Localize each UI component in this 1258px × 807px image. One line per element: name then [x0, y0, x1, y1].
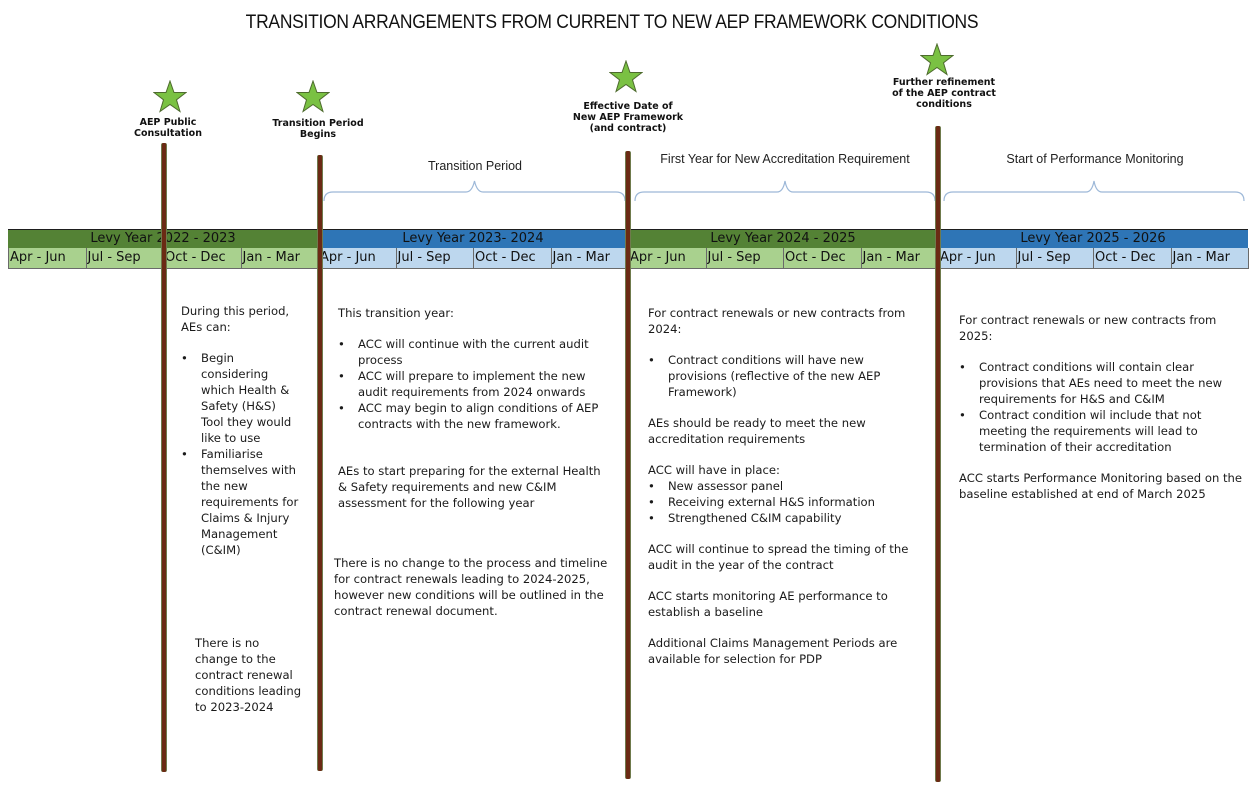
col2-note: There is no change to the process and ti… — [334, 556, 608, 618]
column-2025-2026: For contract renewals or new contracts f… — [959, 312, 1249, 502]
milestone-pole — [317, 155, 323, 771]
quarter-cell: Oct - Dec — [1093, 248, 1171, 268]
col2-bullet: ACC will continue with the current audit… — [338, 336, 613, 368]
quarter-cell: Jan - Mar — [860, 248, 938, 268]
milestone-label: Effective Date of New AEP Framework (and… — [572, 101, 684, 134]
col4-para: ACC starts Performance Monitoring based … — [959, 471, 1243, 501]
period-label: Transition Period — [427, 159, 523, 173]
period-label: Start of Performance Monitoring — [1006, 152, 1184, 166]
col1-bullets: Begin considering which Health & Safety … — [181, 350, 301, 558]
star-icon — [920, 43, 954, 77]
milestone-label: AEP Public Consultation — [134, 117, 202, 139]
period-brace — [634, 180, 936, 202]
col3-bullets2: New assessor panel Receiving external H&… — [648, 478, 923, 526]
quarter-cell: Oct - Dec — [163, 248, 241, 268]
period-brace — [323, 180, 626, 202]
levy-year-2025: Levy Year 2025 - 2026 — [938, 230, 1248, 248]
col3-bullet: Strengthened C&IM capability — [648, 510, 923, 526]
col3-para: ACC starts monitoring AE performance to … — [648, 589, 888, 619]
col2-bullets: ACC will continue with the current audit… — [338, 336, 613, 432]
col3-bullet: Receiving external H&S information — [648, 494, 923, 510]
col2-intro: This transition year: — [338, 306, 454, 320]
col2-bullet: ACC may begin to align conditions of AEP… — [338, 400, 613, 432]
diagram-title: TRANSITION ARRANGEMENTS FROM CURRENT TO … — [245, 12, 979, 33]
quarter-cell: Jan - Mar — [240, 248, 318, 268]
col4-intro: For contract renewals or new contracts f… — [959, 313, 1217, 343]
col4-bullet: Contract conditions will contain clear p… — [959, 359, 1249, 407]
column-2022-2023: During this period, AEs can: Begin consi… — [181, 303, 301, 558]
col3-para: AEs should be ready to meet the new accr… — [648, 416, 866, 446]
col1-intro: During this period, AEs can: — [181, 304, 290, 334]
col4-bullet: Contract condition wil include that not … — [959, 407, 1249, 455]
star-icon — [153, 80, 187, 114]
quarter-cell: Oct - Dec — [783, 248, 861, 268]
quarter-cell: Jul - Sep — [1015, 248, 1093, 268]
milestone-pole — [625, 151, 631, 779]
quarter-cell: Apr - Jun — [938, 248, 1016, 268]
star-icon — [296, 80, 330, 114]
col3-intro: For contract renewals or new contracts f… — [648, 306, 906, 336]
column-2024-2025: For contract renewals or new contracts f… — [648, 305, 923, 667]
milestone-pole — [935, 126, 941, 782]
period-brace — [943, 180, 1245, 202]
col2-bullet: ACC will prepare to implement the new au… — [338, 368, 613, 400]
col4-bullets: Contract conditions will contain clear p… — [959, 359, 1249, 455]
col3-bullets: Contract conditions will have new provis… — [648, 352, 923, 400]
milestone-pole — [161, 143, 167, 772]
col3-para: Additional Claims Management Periods are… — [648, 636, 898, 666]
levy-year-2024: Levy Year 2024 - 2025 — [628, 230, 938, 248]
col3-para: ACC will continue to spread the timing o… — [648, 542, 909, 572]
col3-bullet: Contract conditions will have new provis… — [648, 352, 923, 400]
col1-bullet: Begin considering which Health & Safety … — [181, 350, 301, 446]
milestone-label: Further refinement of the AEP contract c… — [892, 77, 996, 110]
milestone-label: Transition Period Begins — [272, 118, 364, 140]
quarter-cell: Oct - Dec — [473, 248, 551, 268]
col3-bullet: New assessor panel — [648, 478, 923, 494]
column-2023-2024: This transition year: ACC will continue … — [338, 305, 613, 511]
quarter-cell: Jul - Sep — [395, 248, 473, 268]
quarter-cell: Jan - Mar — [1170, 248, 1248, 268]
col1-bullet: Familiarise themselves with the new requ… — [181, 446, 301, 558]
col1-note: There is no change to the contract renew… — [195, 636, 302, 714]
quarter-cell: Jul - Sep — [85, 248, 163, 268]
quarter-cell: Jan - Mar — [550, 248, 628, 268]
quarter-cell: Jul - Sep — [705, 248, 783, 268]
period-label: First Year for New Accreditation Require… — [660, 152, 910, 166]
levy-year-2023: Levy Year 2023- 2024 — [318, 230, 628, 248]
quarter-cell: Apr - Jun — [628, 248, 706, 268]
quarter-cell: Apr - Jun — [318, 248, 396, 268]
col2-para: AEs to start preparing for the external … — [338, 464, 601, 510]
star-icon — [609, 60, 643, 94]
quarter-cell: Apr - Jun — [8, 248, 86, 268]
col3-para: ACC will have in place: — [648, 463, 780, 477]
